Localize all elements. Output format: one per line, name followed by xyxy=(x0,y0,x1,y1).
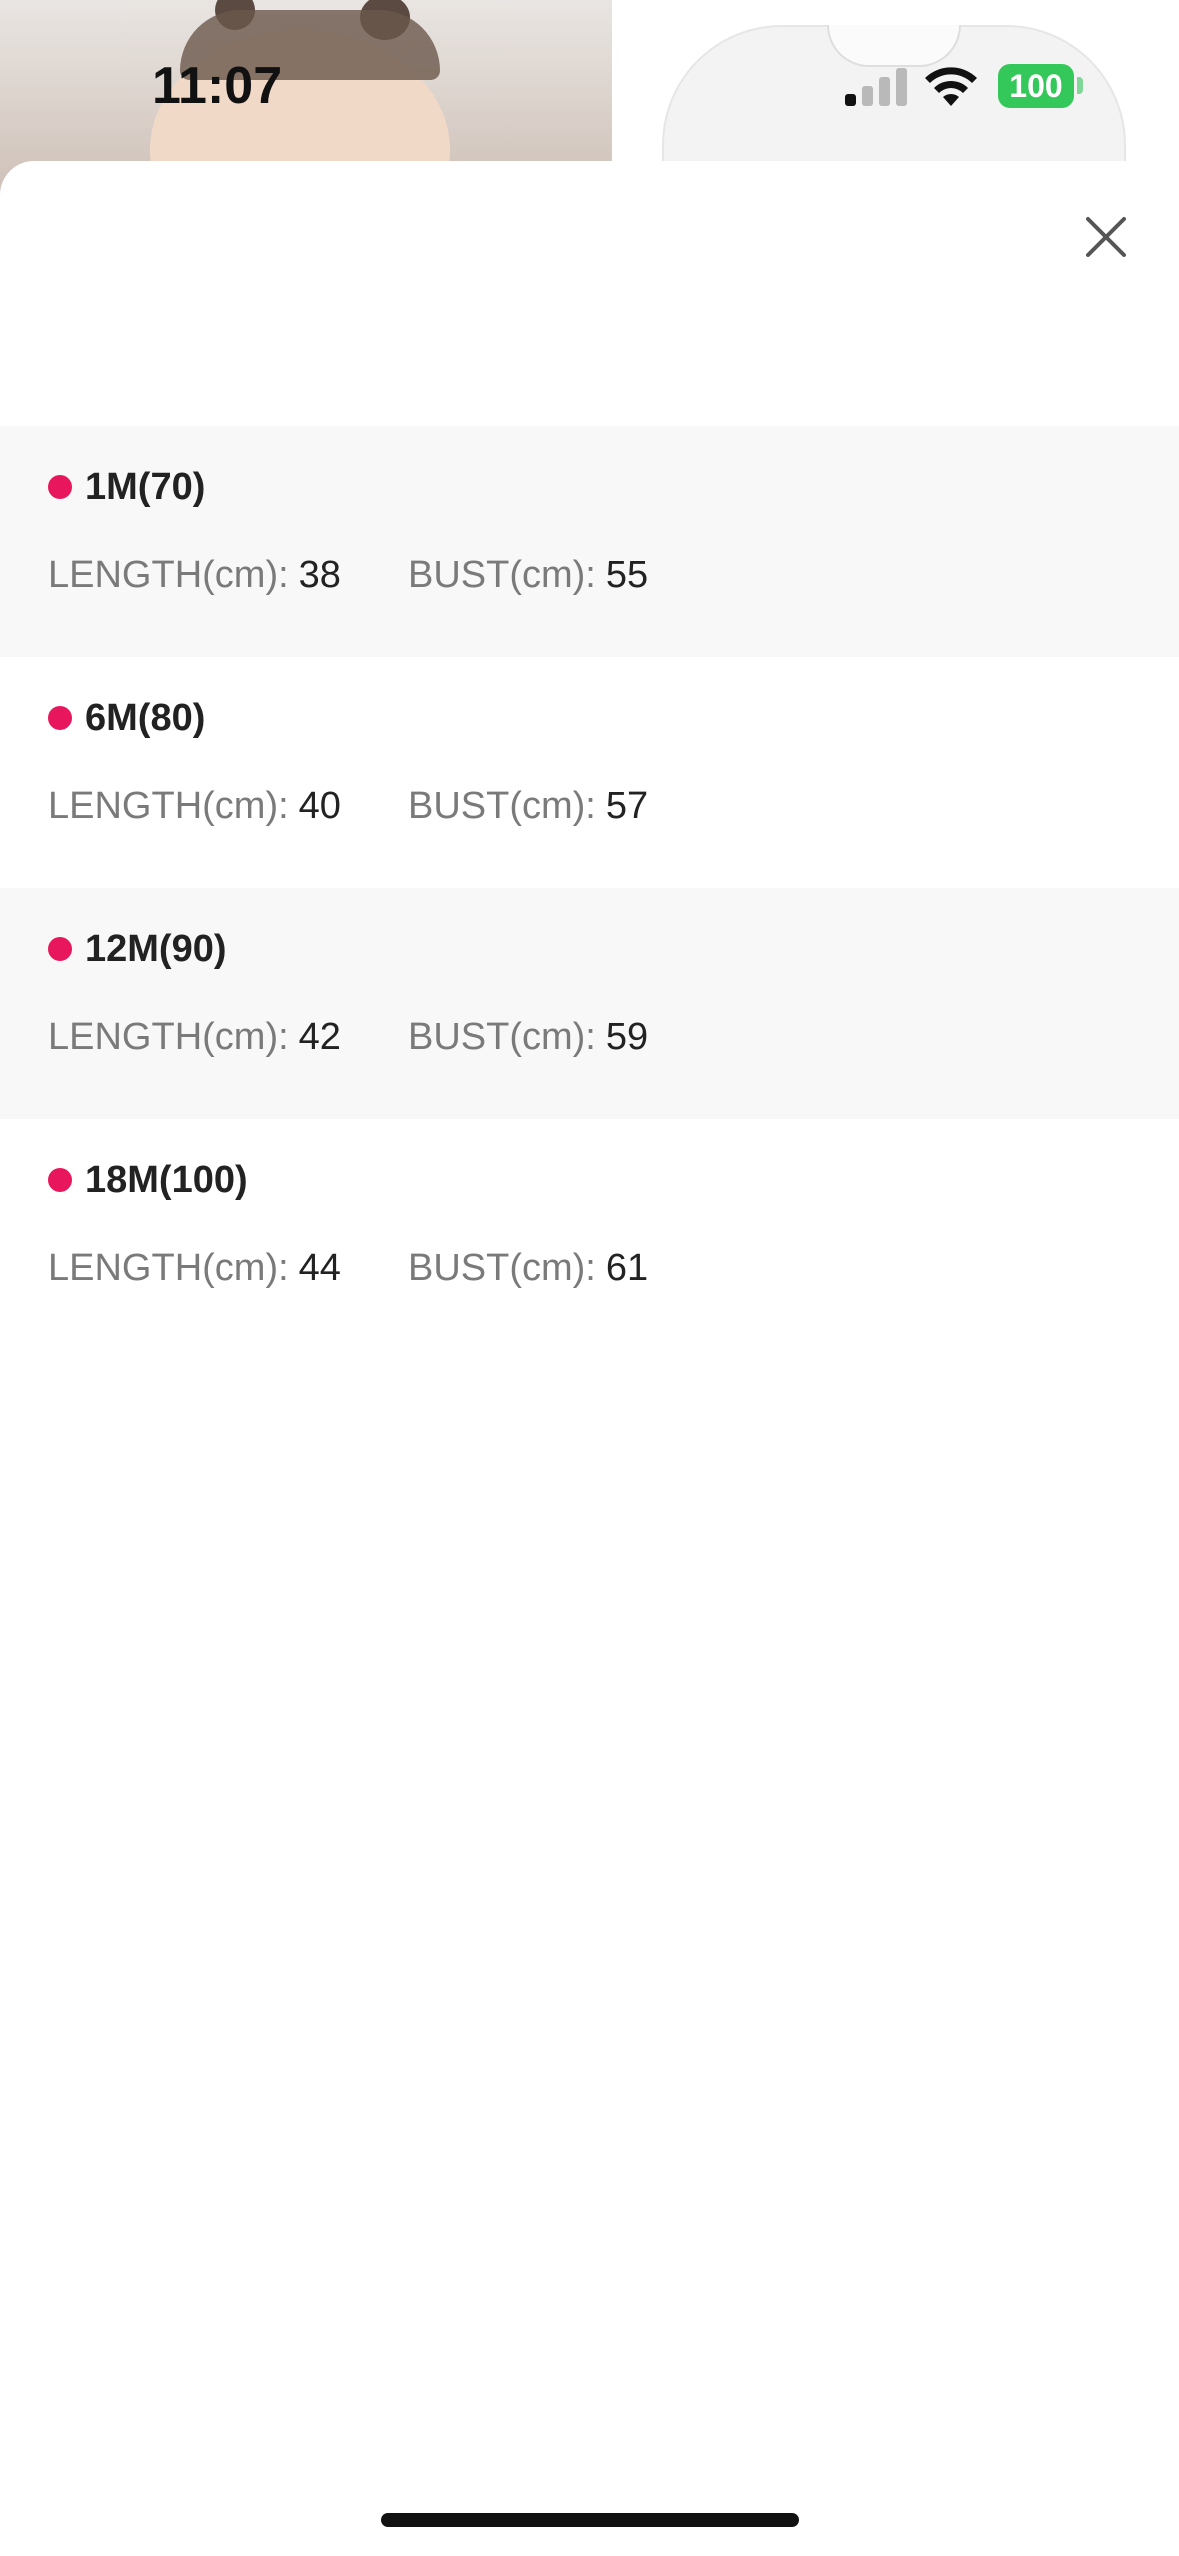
size-row: 6M(80) LENGTH(cm): 40 BUST(cm): 57 xyxy=(0,657,1179,888)
length-value: 40 xyxy=(298,784,341,827)
size-row: 12M(90) LENGTH(cm): 42 BUST(cm): 59 xyxy=(0,888,1179,1119)
size-bullet-icon xyxy=(48,475,72,499)
bust-value: 59 xyxy=(605,1015,649,1058)
bust-label: BUST(cm): xyxy=(408,1015,596,1058)
wifi-icon xyxy=(922,62,980,108)
battery-cap xyxy=(1077,77,1083,94)
bust-label: BUST(cm): xyxy=(408,784,596,827)
size-row: 18M(100) LENGTH(cm): 44 BUST(cm): 61 xyxy=(0,1119,1179,1350)
close-icon xyxy=(1086,217,1126,257)
size-name: 6M(80) xyxy=(85,696,206,739)
size-chart-sheet: 1M(70) LENGTH(cm): 38 BUST(cm): 55 6M(80… xyxy=(0,161,1179,2556)
size-list: 1M(70) LENGTH(cm): 38 BUST(cm): 55 6M(80… xyxy=(0,426,1179,1350)
size-bullet-icon xyxy=(48,706,72,730)
length-value: 38 xyxy=(298,553,341,596)
length-value: 42 xyxy=(298,1015,341,1058)
bust-value: 57 xyxy=(605,784,649,827)
bust-label: BUST(cm): xyxy=(408,553,596,596)
bust-value: 55 xyxy=(605,553,649,596)
length-label: LENGTH(cm): xyxy=(48,1246,289,1289)
size-name: 18M(100) xyxy=(85,1158,248,1201)
status-time: 11:07 xyxy=(152,57,283,115)
cellular-signal-icon xyxy=(845,66,907,106)
size-name: 12M(90) xyxy=(85,927,227,970)
size-name: 1M(70) xyxy=(85,465,206,508)
close-button[interactable] xyxy=(1076,207,1136,267)
home-indicator[interactable] xyxy=(381,2513,799,2527)
status-bar: 11:07 100 xyxy=(0,0,1179,160)
screen: 11:07 100 1M(70) LENGTH(cm): 38 BUST(cm)… xyxy=(0,0,1179,2556)
size-row: 1M(70) LENGTH(cm): 38 BUST(cm): 55 xyxy=(0,426,1179,657)
length-label: LENGTH(cm): xyxy=(48,1015,289,1058)
bust-value: 61 xyxy=(605,1246,649,1289)
size-bullet-icon xyxy=(48,937,72,961)
length-label: LENGTH(cm): xyxy=(48,784,289,827)
battery-indicator: 100 xyxy=(998,64,1074,108)
bust-label: BUST(cm): xyxy=(408,1246,596,1289)
length-label: LENGTH(cm): xyxy=(48,553,289,596)
length-value: 44 xyxy=(298,1246,341,1289)
size-bullet-icon xyxy=(48,1168,72,1192)
